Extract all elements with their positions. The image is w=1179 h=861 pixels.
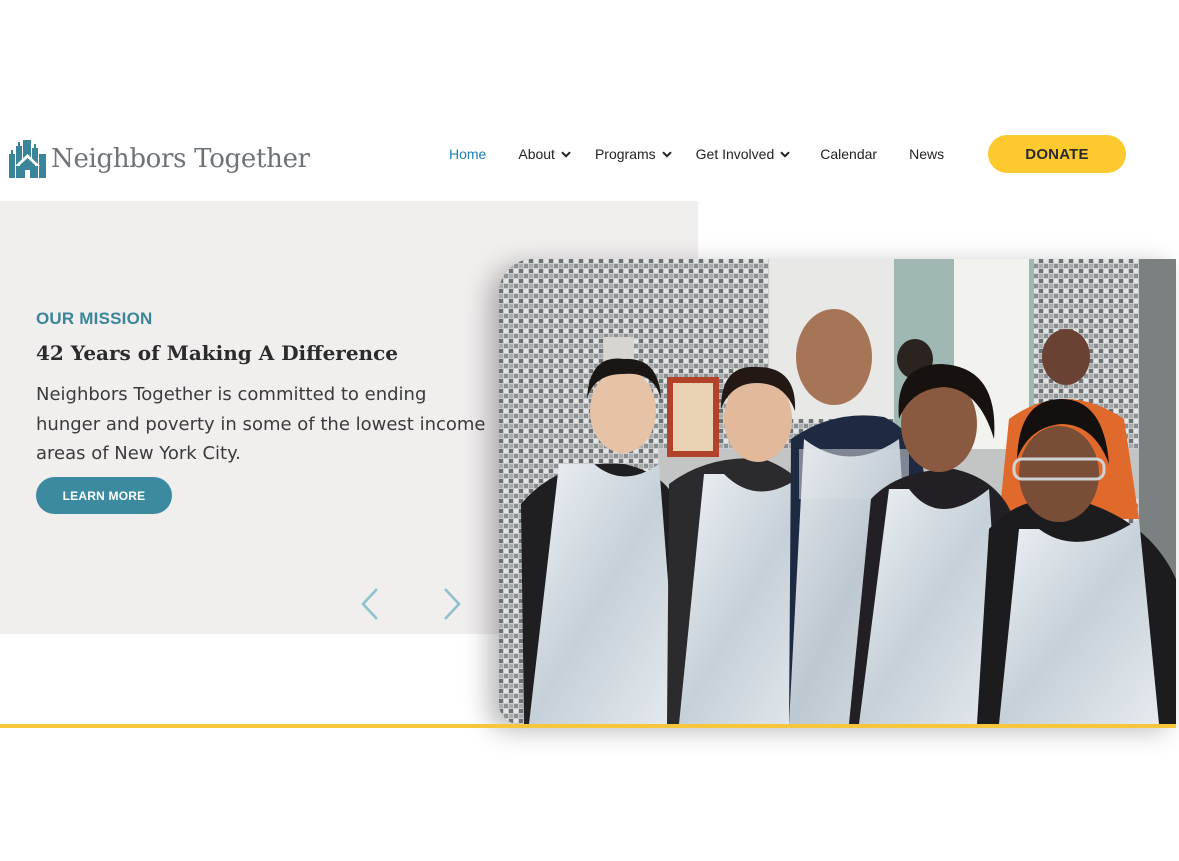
hero-photo: [499, 259, 1176, 724]
nav-item-programs[interactable]: Programs: [595, 146, 672, 162]
chevron-down-icon: [661, 150, 672, 158]
nav-item-label: About: [518, 146, 555, 162]
nav-item-get-involved[interactable]: Get Involved: [696, 146, 791, 162]
site-logo[interactable]: Neighbors Together: [9, 138, 310, 180]
nav-item-label: News: [909, 146, 945, 162]
nav-item-home[interactable]: Home: [449, 146, 486, 162]
volunteers-group-photo: [499, 259, 1176, 724]
hero-headline: 42 Years of Making A Difference: [36, 341, 398, 365]
chevron-down-icon: [780, 150, 790, 158]
nav-item-about[interactable]: About: [518, 146, 571, 162]
nav-item-label: Home: [449, 146, 487, 162]
logo-text: Neighbors Together: [51, 144, 310, 174]
hero-description: Neighbors Together is committed to endin…: [36, 384, 486, 464]
learn-more-button[interactable]: LEARN MORE: [36, 477, 172, 514]
chevron-right-icon[interactable]: [441, 586, 463, 622]
donate-button[interactable]: DONATE: [988, 135, 1126, 173]
nav-item-label: Programs: [594, 146, 656, 162]
chevron-left-icon[interactable]: [359, 586, 381, 622]
hero-eyebrow: OUR MISSION: [36, 309, 153, 328]
nav-item-calendar[interactable]: Calendar: [820, 146, 877, 162]
city-skyline-icon: [9, 140, 46, 178]
nav-item-label: Calendar: [820, 146, 878, 162]
nav-item-label: Get Involved: [695, 146, 775, 162]
main-nav: Home About Programs Get Involved Calenda…: [449, 140, 944, 168]
hero-bottom-rule: [0, 724, 1176, 728]
chevron-down-icon: [561, 150, 571, 158]
nav-item-news[interactable]: News: [909, 146, 944, 162]
